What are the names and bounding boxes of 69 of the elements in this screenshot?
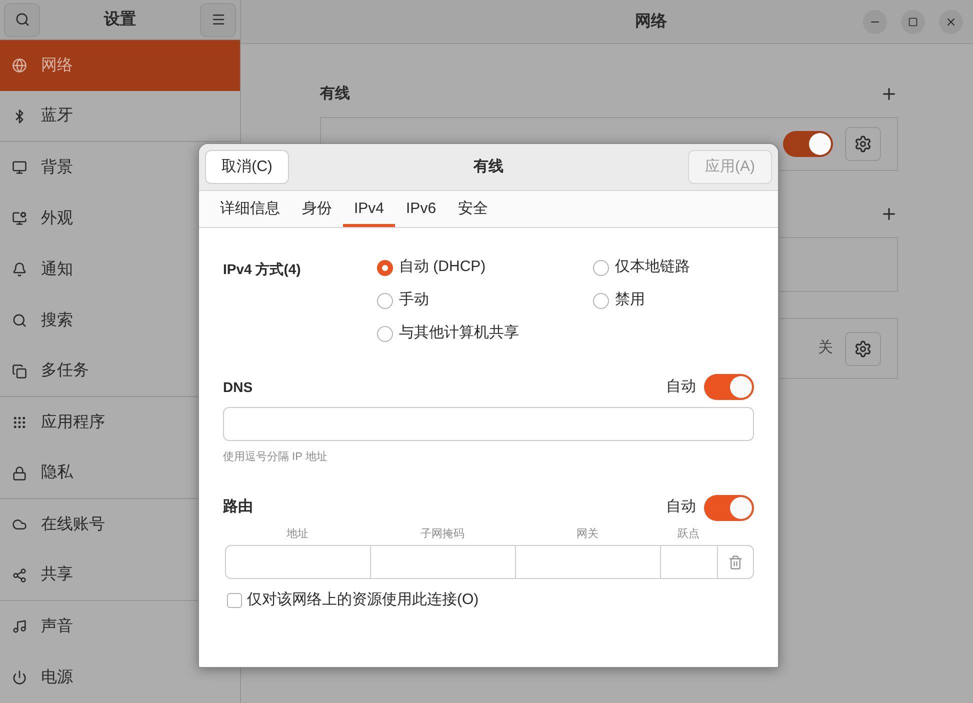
radio-button[interactable]	[377, 260, 393, 276]
bell-icon	[12, 262, 27, 277]
add-icon[interactable]	[880, 85, 898, 103]
share-icon	[12, 568, 27, 582]
grid-icon	[12, 415, 27, 430]
routes-label: 路由	[223, 497, 253, 518]
window-title: 网络	[635, 12, 667, 32]
search-icon	[14, 12, 30, 27]
trash-icon	[728, 554, 743, 570]
sidebar-item[interactable]: 搜索	[0, 295, 240, 346]
power-icon	[12, 670, 27, 685]
state-label: 关	[818, 338, 833, 358]
tab[interactable]: IPv4	[343, 191, 396, 227]
dialog-title: 有线	[474, 156, 504, 177]
sidebar-item[interactable]: 应用程序	[0, 397, 240, 448]
lock-icon	[12, 466, 27, 480]
settings-button[interactable]	[845, 127, 881, 161]
toggle-switch[interactable]	[783, 131, 833, 157]
settings-icon	[854, 135, 872, 153]
tab[interactable]: IPv6	[395, 191, 448, 227]
search-icon	[12, 313, 27, 328]
radio-option[interactable]: 自动 (DHCP)	[377, 256, 593, 279]
dns-field[interactable]	[223, 407, 754, 441]
menu-icon	[210, 12, 226, 27]
cloud-icon	[12, 517, 27, 532]
cancel-button[interactable]: 取消(C)	[205, 150, 289, 184]
section-heading: 有线	[320, 84, 350, 104]
monitor-icon	[12, 160, 27, 175]
sidebar-item[interactable]: 网络	[0, 40, 240, 91]
column-header: 地址	[286, 526, 310, 542]
add-icon[interactable]	[880, 205, 898, 223]
radio-button[interactable]	[377, 292, 393, 308]
toggle-label: 自动	[666, 376, 696, 397]
settings-icon	[854, 340, 872, 358]
tab[interactable]: 身份	[291, 191, 343, 227]
column-header: 跃点	[676, 526, 700, 542]
tab[interactable]: 安全	[447, 191, 500, 227]
menu-button[interactable]	[200, 2, 236, 36]
radio-button[interactable]	[377, 326, 393, 342]
settings-button[interactable]	[845, 332, 881, 366]
radio-option[interactable]: 禁用	[593, 289, 754, 312]
checkbox-label[interactable]: 仅对该网络上的资源使用此连接(O)	[247, 589, 479, 612]
toggle-switch[interactable]	[704, 374, 754, 400]
column-header: 网关	[576, 526, 600, 542]
close-icon	[945, 16, 957, 28]
toggle-label: 自动	[666, 497, 696, 518]
radio-option[interactable]: 手动	[377, 289, 593, 312]
route-entry-field[interactable]	[225, 545, 754, 579]
checkbox[interactable]	[227, 592, 242, 608]
globe-icon	[12, 58, 27, 73]
radio-button[interactable]	[593, 260, 609, 276]
sidebar-item[interactable]: 电源	[0, 652, 240, 703]
radio-option[interactable]: 与其他计算机共享	[377, 322, 593, 345]
windows-icon	[12, 364, 27, 378]
sidebar-title: 设置	[104, 10, 136, 30]
method-label: IPv4 方式(4)	[223, 260, 302, 279]
toggle-switch[interactable]	[704, 494, 754, 520]
maximize-icon	[908, 16, 918, 26]
maximize-button[interactable]	[901, 10, 925, 34]
music-icon	[12, 619, 27, 634]
radio-button[interactable]	[593, 292, 609, 308]
tab[interactable]: 详细信息	[209, 191, 291, 227]
sidebar-item[interactable]: 声音	[0, 601, 240, 652]
column-header: 子网掩码	[420, 526, 466, 542]
display-icon	[12, 211, 27, 226]
radio-option[interactable]: 仅本地链路	[593, 256, 754, 279]
search-button[interactable]	[4, 2, 40, 36]
sidebar-item[interactable]: 蓝牙	[0, 91, 240, 142]
close-button[interactable]	[939, 10, 963, 34]
